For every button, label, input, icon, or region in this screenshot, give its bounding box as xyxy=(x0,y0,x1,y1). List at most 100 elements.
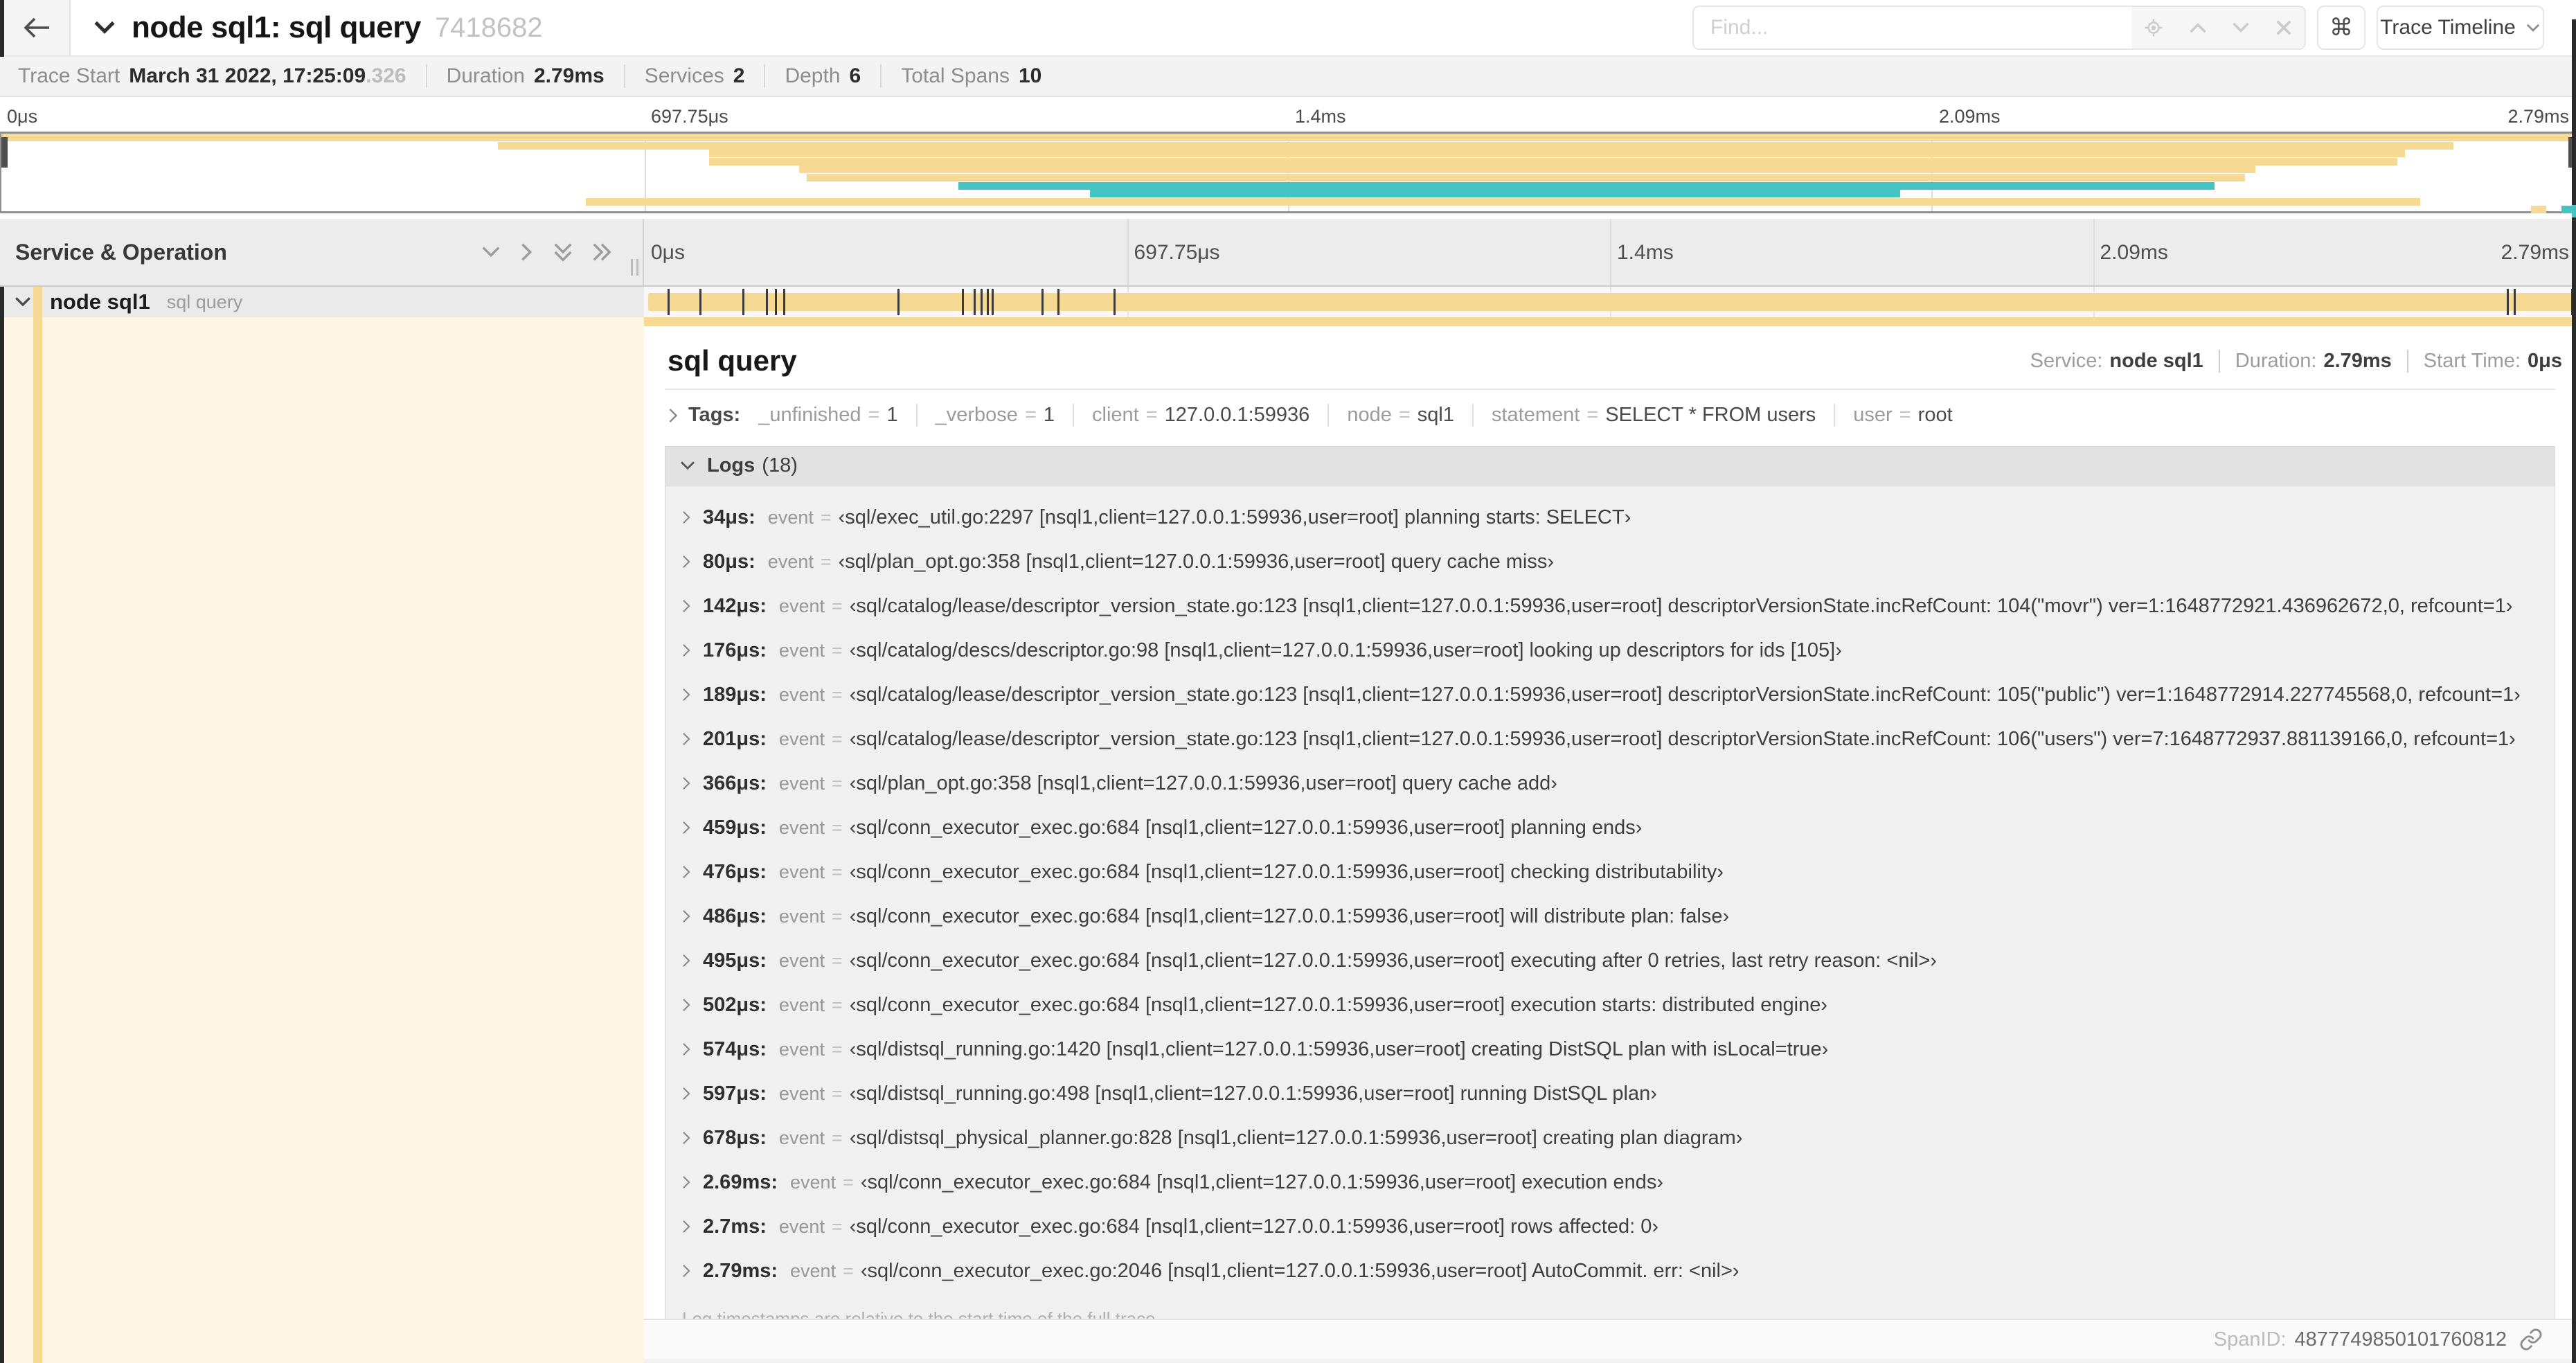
tag-equals: = xyxy=(1899,404,1911,426)
timeline-tick-label: 2.79ms xyxy=(2507,106,2569,127)
tag-value: 1 xyxy=(886,404,898,426)
log-entry-row[interactable]: 142μs: event = ‹sql/catalog/lease/descri… xyxy=(665,584,2555,628)
expand-one-icon[interactable] xyxy=(519,242,535,262)
keyboard-shortcuts-button[interactable]: ⌘ xyxy=(2317,6,2365,50)
find-input[interactable] xyxy=(1694,7,2131,48)
log-event-marker xyxy=(1057,289,1060,315)
span-tree-gutter xyxy=(0,317,644,1363)
chevron-right-icon[interactable] xyxy=(681,1175,692,1190)
tags-section[interactable]: Tags: _unfinished = 1 _verbose = 1 client = 12… xyxy=(644,390,2576,436)
chevron-right-icon[interactable] xyxy=(681,731,692,747)
chevron-down-icon[interactable] xyxy=(14,296,32,308)
tag-equals: = xyxy=(868,404,880,426)
log-entry-row[interactable]: 176μs: event = ‹sql/catalog/descs/descri… xyxy=(665,628,2555,672)
chevron-right-icon[interactable] xyxy=(681,554,692,569)
chevron-right-icon[interactable] xyxy=(681,776,692,791)
log-entry-row[interactable]: 495μs: event = ‹sql/conn_executor_exec.g… xyxy=(665,938,2555,983)
log-entry-row[interactable]: 2.79ms: event = ‹sql/conn_executor_exec.… xyxy=(665,1249,2555,1293)
summary-value: 2.79ms xyxy=(533,64,605,87)
chevron-right-icon[interactable] xyxy=(681,1086,692,1101)
log-entry-row[interactable]: 502μs: event = ‹sql/conn_executor_exec.g… xyxy=(665,983,2555,1027)
chevron-right-icon[interactable] xyxy=(681,643,692,658)
logs-section: Logs (18) 34μs: event = ‹sql/exec_util.g… xyxy=(665,446,2555,1351)
log-timestamp: 2.79ms: xyxy=(703,1259,778,1282)
minimap-span xyxy=(708,157,2397,166)
timeline-tick-label: 2.09ms xyxy=(2100,241,2168,264)
span-id-label: SpanID: xyxy=(2213,1328,2287,1351)
span-row-name-cell[interactable]: node sql1 sql query xyxy=(0,287,644,317)
trace-view-selector[interactable]: Trace Timeline xyxy=(2377,6,2544,50)
chevron-right-icon[interactable] xyxy=(681,1263,692,1279)
trace-summary-item: Duration 2.79ms xyxy=(425,64,605,88)
log-equals: = xyxy=(820,551,832,572)
timeline-column-header: Service & Operation 0μs 697.75μs 1.4ms 2.09… xyxy=(0,219,2576,287)
span-color-stripe xyxy=(33,287,42,1363)
gridline xyxy=(1127,219,1129,285)
log-entry-row[interactable]: 574μs: event = ‹sql/distsql_running.go:1… xyxy=(665,1027,2555,1071)
log-field-name: event xyxy=(790,1260,837,1281)
log-entry-row[interactable]: 2.7ms: event = ‹sql/conn_executor_exec.g… xyxy=(665,1204,2555,1249)
prev-match-icon[interactable] xyxy=(2188,21,2208,35)
chevron-right-icon[interactable] xyxy=(681,997,692,1013)
span-meta-item: Duration: 2.79ms xyxy=(2218,349,2392,373)
log-field-name: event xyxy=(778,1127,825,1148)
chevron-right-icon[interactable] xyxy=(681,510,692,525)
back-button[interactable] xyxy=(4,0,71,55)
log-field-name: event xyxy=(767,551,814,572)
log-entry-row[interactable]: 459μs: event = ‹sql/conn_executor_exec.g… xyxy=(665,805,2555,850)
log-entry-row[interactable]: 476μs: event = ‹sql/conn_executor_exec.g… xyxy=(665,850,2555,894)
log-equals: = xyxy=(820,506,832,528)
focus-match-icon[interactable] xyxy=(2143,17,2164,38)
page-scrollbar[interactable] xyxy=(2572,19,2576,1363)
log-entry-row[interactable]: 2.69ms: event = ‹sql/conn_executor_exec.… xyxy=(665,1160,2555,1204)
log-entry-row[interactable]: 597μs: event = ‹sql/distsql_running.go:4… xyxy=(665,1071,2555,1116)
chevron-down-icon[interactable] xyxy=(679,460,696,472)
tree-controls xyxy=(481,219,612,285)
minimap-span xyxy=(1,134,2575,141)
chevron-right-icon[interactable] xyxy=(681,1130,692,1146)
collapse-all-icon[interactable] xyxy=(553,242,573,262)
collapse-one-icon[interactable] xyxy=(481,244,501,260)
chevron-right-icon[interactable] xyxy=(681,1042,692,1057)
log-entry-row[interactable]: 34μs: event = ‹sql/exec_util.go:2297 [ns… xyxy=(665,495,2555,540)
timeline-tick-label: 0μs xyxy=(651,241,685,264)
chevron-right-icon[interactable] xyxy=(681,864,692,880)
chevron-right-icon[interactable] xyxy=(681,687,692,702)
log-entry-row[interactable]: 366μs: event = ‹sql/plan_opt.go:358 [nsq… xyxy=(665,761,2555,805)
tag-key: statement xyxy=(1491,404,1580,426)
chevron-right-icon[interactable] xyxy=(681,820,692,835)
column-resizer[interactable] xyxy=(631,259,638,276)
scrollbar-mark xyxy=(2572,205,2576,217)
log-entry-row[interactable]: 486μs: event = ‹sql/conn_executor_exec.g… xyxy=(665,894,2555,938)
trace-summary-item: Depth 6 xyxy=(764,64,861,88)
logs-header[interactable]: Logs (18) xyxy=(665,447,2555,485)
log-equals: = xyxy=(831,1215,843,1237)
timeline-tick-label: 2.09ms xyxy=(1939,106,2001,127)
log-entry-row[interactable]: 678μs: event = ‹sql/distsql_physical_pla… xyxy=(665,1116,2555,1160)
log-timestamp: 459μs: xyxy=(703,816,767,839)
chevron-right-icon[interactable] xyxy=(668,407,679,424)
chevron-down-icon[interactable] xyxy=(93,19,116,36)
minimap-drag-handle-left[interactable] xyxy=(1,137,8,168)
clear-find-icon[interactable] xyxy=(2275,19,2293,37)
tags-label: Tags: xyxy=(688,404,741,426)
chevron-right-icon[interactable] xyxy=(681,598,692,614)
log-event-marker xyxy=(1113,289,1116,315)
tag-equals: = xyxy=(1586,404,1599,426)
link-icon[interactable] xyxy=(2519,1328,2543,1351)
window-edge-left xyxy=(0,287,4,1363)
log-entry-row[interactable]: 201μs: event = ‹sql/catalog/lease/descri… xyxy=(665,717,2555,761)
tag-item: _unfinished = 1 xyxy=(758,404,897,427)
log-entry-row[interactable]: 189μs: event = ‹sql/catalog/lease/descri… xyxy=(665,672,2555,717)
expand-all-icon[interactable] xyxy=(591,242,612,262)
tag-item: node = sql1 xyxy=(1327,404,1454,427)
log-event-marker xyxy=(1041,289,1044,315)
next-match-icon[interactable] xyxy=(2231,21,2251,35)
log-value: ‹sql/exec_util.go:2297 [nsql1,client=127… xyxy=(838,506,1631,528)
chevron-right-icon[interactable] xyxy=(681,1219,692,1234)
log-value: ‹sql/conn_executor_exec.go:684 [nsql1,cl… xyxy=(849,1215,1659,1238)
chevron-right-icon[interactable] xyxy=(681,953,692,968)
chevron-right-icon[interactable] xyxy=(681,909,692,924)
minimap-canvas[interactable] xyxy=(0,132,2576,214)
log-entry-row[interactable]: 80μs: event = ‹sql/plan_opt.go:358 [nsql… xyxy=(665,540,2555,584)
